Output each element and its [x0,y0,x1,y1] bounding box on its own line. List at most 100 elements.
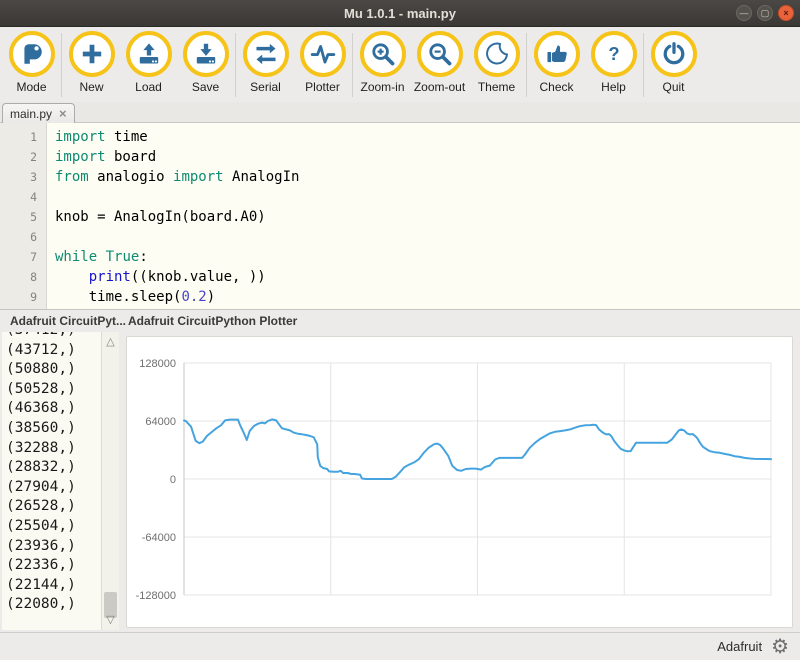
mode-status-label: Adafruit [717,639,762,654]
maximize-button[interactable]: ▢ [757,5,773,21]
power-icon [651,31,697,77]
plotter-chart: 128000 64000 0 -64000 -128000 [126,336,793,628]
svg-text:?: ? [608,43,619,64]
svg-text:-64000: -64000 [142,532,176,544]
code-line: knob = AnalogIn(board.A0) [55,207,800,227]
code-line: while True: [55,247,800,267]
zoom-in-icon [360,31,406,77]
load-button[interactable]: Load [120,31,177,94]
serial-line: (46368,) [6,399,101,419]
theme-moon-icon [474,31,520,77]
toolbar-separator [526,33,527,97]
close-button[interactable]: × [778,5,794,21]
mode-label: Mode [16,80,46,94]
titlebar: Mu 1.0.1 - main.py — ▢ × [0,0,800,27]
check-label: Check [539,80,573,94]
scroll-down-icon[interactable]: ▽ [102,612,119,628]
code-line: time.sleep(0.2) [55,287,800,307]
line-number-gutter: 123456789 [0,123,47,309]
line-number: 6 [0,227,37,247]
svg-text:128000: 128000 [139,358,176,370]
line-number: 3 [0,167,37,187]
serial-output-text[interactable]: (37412,)(43712,)(50880,)(50528,)(46368,)… [2,332,101,630]
theme-label: Theme [478,80,515,94]
help-button[interactable]: ? Help [585,31,642,94]
load-label: Load [135,80,162,94]
line-number: 1 [0,127,37,147]
toolbar-separator [61,33,62,97]
serial-button[interactable]: Serial [237,31,294,94]
window-title: Mu 1.0.1 - main.py [344,6,456,21]
save-label: Save [192,80,219,94]
code-line: print((knob.value, )) [55,267,800,287]
plotter-pane-title: Adafruit CircuitPython Plotter [128,314,297,328]
serial-line: (50880,) [6,360,101,380]
svg-text:-128000: -128000 [136,590,176,602]
serial-scrollbar[interactable]: △ ▽ [101,332,119,630]
line-number: 7 [0,247,37,267]
serial-line: (22336,) [6,556,101,576]
code-lines[interactable]: import timeimport boardfrom analogio imp… [47,123,800,309]
serial-pane-title: Adafruit CircuitPyt... [10,314,126,328]
minimize-button[interactable]: — [736,5,752,21]
plotter-icon [300,31,346,77]
load-icon [126,31,172,77]
serial-line: (28832,) [6,458,101,478]
toolbar-separator [235,33,236,97]
toolbar-separator [352,33,353,97]
svg-text:0: 0 [170,474,176,486]
status-bar: Adafruit ⚙ [0,632,800,660]
serial-line: (43712,) [6,341,101,361]
toolbar: Mode New Load Save Serial [0,27,800,106]
mu-editor-window: Mu 1.0.1 - main.py — ▢ × Mode New Load [0,0,800,660]
save-icon [183,31,229,77]
gear-icon[interactable]: ⚙ [771,637,789,657]
line-number: 8 [0,267,37,287]
line-number: 9 [0,287,37,307]
check-button[interactable]: Check [528,31,585,94]
serial-line: (37412,) [6,332,101,341]
code-line: import board [55,147,800,167]
serial-line: (25504,) [6,517,101,537]
code-line: import time [55,127,800,147]
serial-line: (22144,) [6,576,101,596]
zoom-out-icon [417,31,463,77]
toolbar-separator [643,33,644,97]
thumbs-up-icon [534,31,580,77]
help-label: Help [601,80,626,94]
plotter-label: Plotter [305,80,340,94]
zoom-out-button[interactable]: Zoom-out [411,31,468,94]
zoom-out-label: Zoom-out [414,80,465,94]
line-number: 4 [0,187,37,207]
serial-line: (27904,) [6,478,101,498]
new-button[interactable]: New [63,31,120,94]
serial-line: (32288,) [6,439,101,459]
line-number: 2 [0,147,37,167]
code-line [55,227,800,247]
serial-output-pane[interactable]: (37412,)(43712,)(50880,)(50528,)(46368,)… [2,332,119,630]
zoom-in-button[interactable]: Zoom-in [354,31,411,94]
code-editor[interactable]: 123456789 import timeimport boardfrom an… [0,123,800,310]
tab-main-py[interactable]: main.py × [2,103,75,123]
serial-line: (22080,) [6,595,101,615]
serial-line: (38560,) [6,419,101,439]
line-number: 5 [0,207,37,227]
tab-label: main.py [10,107,52,121]
scroll-up-icon[interactable]: △ [102,334,119,350]
tab-bar: main.py × [0,102,800,123]
plotter-button[interactable]: Plotter [294,31,351,94]
mode-icon [9,31,55,77]
serial-icon [243,31,289,77]
zoom-in-label: Zoom-in [360,80,404,94]
tab-close-icon[interactable]: × [59,107,67,120]
serial-line: (26528,) [6,497,101,517]
theme-button[interactable]: Theme [468,31,525,94]
mode-button[interactable]: Mode [3,31,60,94]
save-button[interactable]: Save [177,31,234,94]
quit-button[interactable]: Quit [645,31,702,94]
new-file-icon [69,31,115,77]
svg-text:64000: 64000 [145,416,176,428]
serial-line: (50528,) [6,380,101,400]
code-line: from analogio import AnalogIn [55,167,800,187]
window-controls: — ▢ × [736,5,794,21]
